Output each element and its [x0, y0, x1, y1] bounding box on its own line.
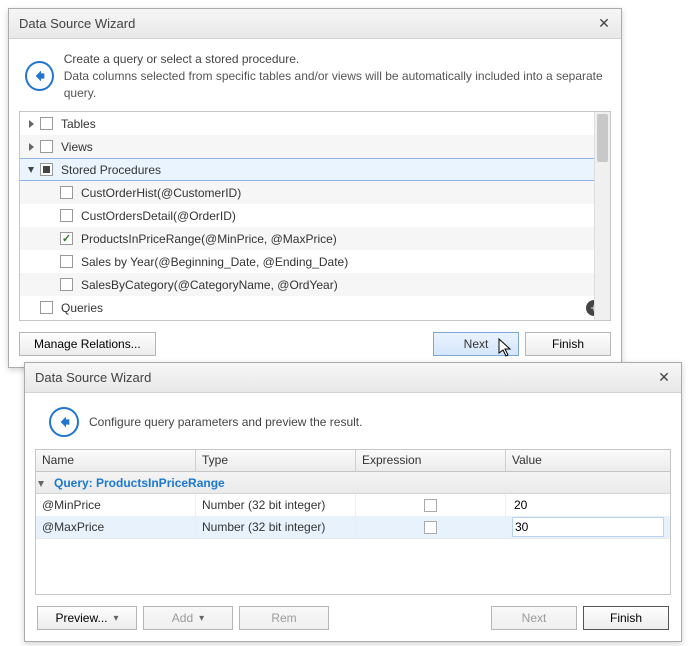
tree-node-queries[interactable]: Queries + — [20, 296, 610, 319]
param-row[interactable]: @MinPrice Number (32 bit integer) — [36, 494, 670, 516]
grid-header: Name Type Expression Value — [36, 450, 670, 472]
chevron-down-icon — [26, 165, 36, 175]
expression-checkbox[interactable] — [424, 499, 437, 512]
tree-node-sp[interactable]: CustOrdersDetail(@OrderID) — [20, 204, 610, 227]
tree-node-sp[interactable]: ProductsInPriceRange(@MinPrice, @MaxPric… — [20, 227, 610, 250]
tree-node-sp[interactable]: Sales by Year(@Beginning_Date, @Ending_D… — [20, 250, 610, 273]
param-value-input[interactable] — [512, 496, 664, 514]
col-name[interactable]: Name — [36, 450, 196, 471]
preview-button[interactable]: Preview... — [37, 606, 137, 630]
tree-node-stored-procedures[interactable]: Stored Procedures — [20, 158, 610, 181]
grid-empty-area — [36, 538, 670, 594]
wizard-description: Create a query or select a stored proced… — [64, 51, 611, 101]
tree-node-tables[interactable]: Tables — [20, 112, 610, 135]
param-row[interactable]: @MaxPrice Number (32 bit integer) — [36, 516, 670, 538]
checkbox-sp[interactable] — [60, 278, 73, 291]
description-line-1: Create a query or select a stored proced… — [64, 51, 611, 68]
parameters-grid: Name Type Expression Value Query: Produc… — [35, 449, 671, 595]
arrow-left-icon — [56, 414, 72, 430]
close-icon[interactable]: ✕ — [655, 369, 673, 387]
query-group-row[interactable]: Query: ProductsInPriceRange — [36, 472, 670, 494]
description-line-2: Data columns selected from specific tabl… — [64, 68, 611, 102]
checkbox-queries[interactable] — [40, 301, 53, 314]
chevron-right-icon — [26, 119, 36, 129]
finish-button[interactable]: Finish — [583, 606, 669, 630]
description-line: Configure query parameters and preview t… — [89, 414, 362, 431]
sp-label: SalesByCategory(@CategoryName, @OrdYear) — [77, 278, 610, 292]
next-button: Next — [491, 606, 577, 630]
back-button[interactable] — [25, 61, 54, 91]
col-type[interactable]: Type — [196, 450, 356, 471]
titlebar: Data Source Wizard ✕ — [25, 363, 681, 393]
close-icon[interactable]: ✕ — [595, 15, 613, 33]
checkbox-stored-procedures[interactable] — [40, 163, 53, 176]
window-title: Data Source Wizard — [19, 16, 135, 31]
label-queries: Queries — [57, 301, 582, 315]
label-views: Views — [57, 140, 610, 154]
tree-node-views[interactable]: Views — [20, 135, 610, 158]
param-name: @MaxPrice — [36, 516, 196, 538]
param-value[interactable] — [506, 494, 670, 516]
checkbox-sp[interactable] — [60, 209, 73, 222]
col-expression[interactable]: Expression — [356, 450, 506, 471]
checkbox-sp-checked[interactable] — [60, 232, 73, 245]
sp-label: ProductsInPriceRange(@MinPrice, @MaxPric… — [77, 232, 610, 246]
param-name: @MinPrice — [36, 494, 196, 516]
param-type: Number (32 bit integer) — [196, 494, 356, 516]
sp-label: CustOrdersDetail(@OrderID) — [77, 209, 610, 223]
checkbox-sp[interactable] — [60, 186, 73, 199]
param-expression[interactable] — [356, 516, 506, 538]
param-value[interactable] — [506, 516, 670, 538]
data-source-wizard-step-query: Data Source Wizard ✕ Create a query or s… — [8, 8, 622, 368]
finish-button[interactable]: Finish — [525, 332, 611, 356]
chevron-down-icon — [38, 481, 44, 487]
sp-label: Sales by Year(@Beginning_Date, @Ending_D… — [77, 255, 610, 269]
tree-node-sp[interactable]: CustOrderHist(@CustomerID) — [20, 181, 610, 204]
sp-label: CustOrderHist(@CustomerID) — [77, 186, 610, 200]
label-stored-procedures: Stored Procedures — [57, 163, 610, 177]
scrollbar-thumb[interactable] — [597, 114, 608, 162]
checkbox-tables[interactable] — [40, 117, 53, 130]
chevron-right-icon — [26, 142, 36, 152]
checkbox-views[interactable] — [40, 140, 53, 153]
tree-node-sp[interactable]: SalesByCategory(@CategoryName, @OrdYear) — [20, 273, 610, 296]
manage-relations-button[interactable]: Manage Relations... — [19, 332, 156, 356]
query-group-label: Query: ProductsInPriceRange — [36, 476, 225, 490]
param-value-input[interactable] — [512, 517, 664, 537]
titlebar: Data Source Wizard ✕ — [9, 9, 621, 39]
param-expression[interactable] — [356, 494, 506, 516]
back-button[interactable] — [49, 407, 79, 437]
scrollbar[interactable] — [594, 112, 610, 320]
expression-checkbox[interactable] — [424, 521, 437, 534]
data-source-wizard-step-parameters: Data Source Wizard ✕ Configure query par… — [24, 362, 682, 642]
label-tables: Tables — [57, 117, 610, 131]
window-title: Data Source Wizard — [35, 370, 151, 385]
arrow-left-icon — [31, 68, 47, 84]
wizard-description: Configure query parameters and preview t… — [89, 414, 362, 431]
schema-tree: Tables Views Stored Procedures CustOrder… — [19, 111, 611, 321]
col-value[interactable]: Value — [506, 450, 670, 471]
next-button[interactable]: Next — [433, 332, 519, 356]
param-type: Number (32 bit integer) — [196, 516, 356, 538]
checkbox-sp[interactable] — [60, 255, 73, 268]
add-button: Add — [143, 606, 233, 630]
remove-button: Rem — [239, 606, 329, 630]
